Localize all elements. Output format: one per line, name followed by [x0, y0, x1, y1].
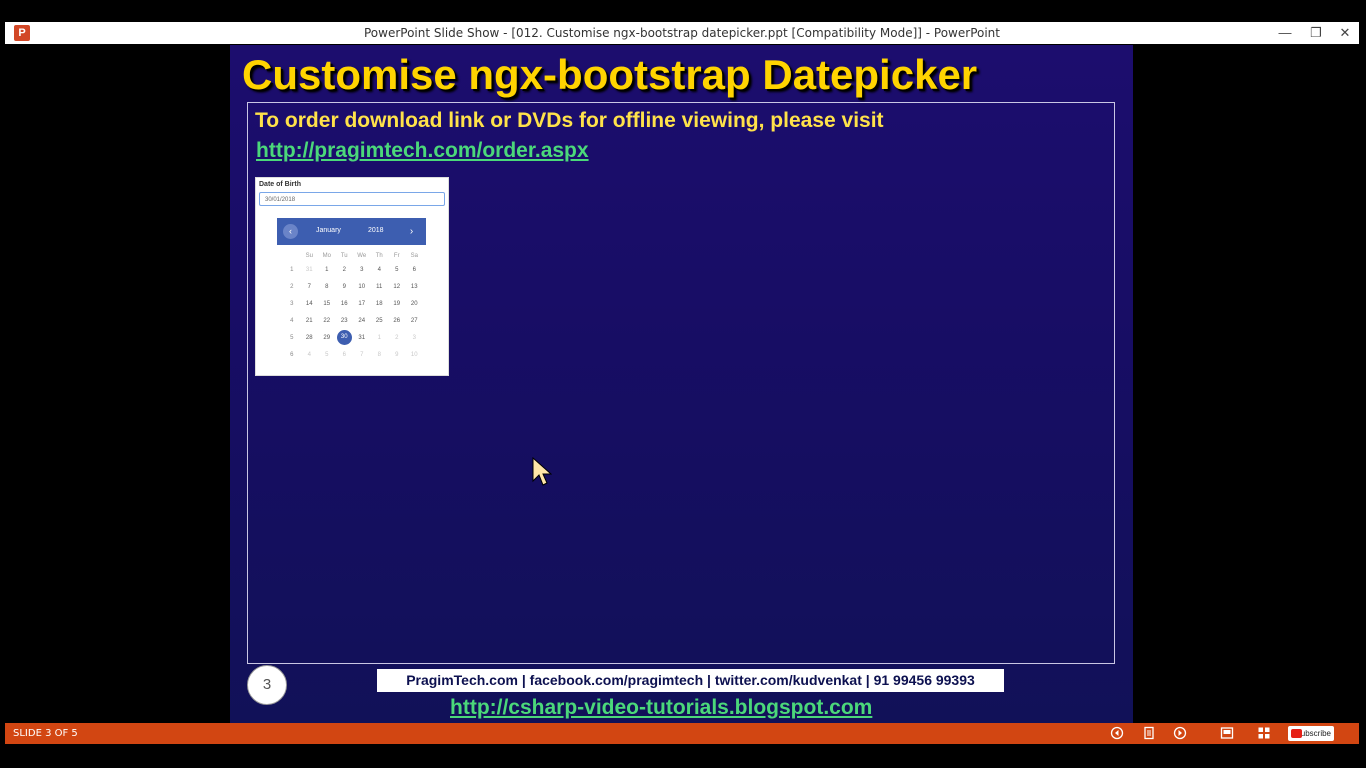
- day-cell: 9: [395, 351, 399, 358]
- day-cell: 20: [410, 300, 418, 307]
- weekday-header: Mo: [322, 253, 331, 259]
- week-number: 6: [290, 351, 294, 358]
- selected-day-cell: 30: [336, 329, 354, 346]
- day-cell: 3: [412, 334, 416, 341]
- weekday-header: Fr: [393, 253, 400, 259]
- order-link[interactable]: http://pragimtech.com/order.aspx: [256, 139, 589, 163]
- datepicker-grid: Su Mo Tu We Th Fr Sa 1 31 1 2 3 4 5 6 2 …: [283, 251, 423, 363]
- day-cell: 23: [340, 317, 348, 324]
- day-cell: 29: [323, 334, 331, 341]
- slide-counter[interactable]: SLIDE 3 OF 5: [13, 728, 78, 739]
- week-number: 2: [290, 283, 294, 290]
- week-row: 4 21 22 23 24 25 26 27: [283, 312, 423, 329]
- week-number: 5: [290, 334, 294, 341]
- day-cell: 21: [305, 317, 313, 324]
- slide-sorter-icon[interactable]: [1256, 726, 1272, 741]
- day-cell: 24: [358, 317, 366, 324]
- day-cell: 16: [340, 300, 348, 307]
- close-button[interactable]: ✕: [1331, 22, 1359, 44]
- previous-slide-icon[interactable]: [1109, 726, 1125, 741]
- youtube-icon: [1291, 729, 1302, 738]
- day-cell: 28: [305, 334, 313, 341]
- weekday-header: Su: [305, 253, 313, 259]
- week-row: 6 4 5 6 7 8 9 10: [283, 346, 423, 363]
- chevron-right-icon: ›: [409, 226, 414, 237]
- dob-input: 30/01/2018: [259, 192, 445, 206]
- day-cell: 12: [393, 283, 401, 290]
- datepicker-header: ‹ January 2018 ›: [277, 218, 426, 245]
- week-row: 5 28 29 30 31 1 2 3: [283, 329, 423, 346]
- day-cell: 4: [307, 351, 311, 358]
- datepicker-screenshot: Date of Birth 30/01/2018 ‹ January 2018 …: [255, 177, 449, 376]
- week-number: 4: [290, 317, 294, 324]
- chevron-left-icon: ‹: [283, 224, 298, 239]
- day-cell: 11: [376, 283, 383, 290]
- day-cell: 15: [323, 300, 331, 307]
- day-cell: 8: [325, 283, 329, 290]
- restore-button[interactable]: ❐: [1302, 22, 1330, 44]
- week-row: 3 14 15 16 17 18 19 20: [283, 295, 423, 312]
- week-header: [283, 251, 301, 261]
- contact-info: PragimTech.com | facebook.com/pragimtech…: [377, 669, 1004, 692]
- day-cell: 4: [377, 266, 381, 273]
- weekday-header: Sa: [410, 253, 418, 259]
- day-cell: 5: [395, 266, 399, 273]
- weekday-header: Tu: [340, 253, 348, 259]
- subscribe-button[interactable]: Subscribe: [1288, 726, 1334, 741]
- day-cell: 22: [323, 317, 331, 324]
- order-text: To order download link or DVDs for offli…: [255, 109, 884, 132]
- normal-view-icon[interactable]: [1219, 726, 1235, 741]
- minimize-button[interactable]: —: [1271, 22, 1299, 44]
- day-cell: 10: [358, 283, 366, 290]
- day-cell: 6: [412, 266, 416, 273]
- day-cell: 18: [375, 300, 383, 307]
- week-number: 1: [290, 266, 294, 273]
- day-cell: 31: [358, 334, 366, 341]
- next-slide-icon[interactable]: [1172, 726, 1188, 741]
- day-cell: 25: [375, 317, 383, 324]
- weekday-header: We: [357, 253, 367, 259]
- day-cell: 14: [305, 300, 313, 307]
- day-cell: 7: [307, 283, 311, 290]
- datepicker-year: 2018: [368, 227, 384, 234]
- day-cell: 17: [358, 300, 366, 307]
- notes-icon[interactable]: [1141, 726, 1157, 741]
- day-cell: 19: [393, 300, 401, 307]
- dob-label: Date of Birth: [259, 181, 301, 188]
- day-cell: 2: [395, 334, 399, 341]
- window-title: PowerPoint Slide Show - [012. Customise …: [364, 26, 1000, 40]
- datepicker-month: January: [316, 227, 341, 234]
- day-cell: 10: [410, 351, 418, 358]
- day-cell: 7: [360, 351, 364, 358]
- day-cell: 31: [305, 266, 313, 273]
- slideshow-statusbar: SLIDE 3 OF 5 Subscribe: [5, 723, 1359, 744]
- day-cell: 26: [393, 317, 401, 324]
- day-cell: 3: [360, 266, 364, 273]
- selected-day: 30: [336, 330, 352, 345]
- slide-number: 3: [247, 665, 287, 705]
- week-number: 3: [290, 300, 294, 307]
- day-cell: 6: [342, 351, 346, 358]
- day-cell: 1: [377, 334, 381, 341]
- week-row: 1 31 1 2 3 4 5 6: [283, 261, 423, 278]
- blog-link[interactable]: http://csharp-video-tutorials.blogspot.c…: [450, 696, 872, 720]
- day-cell: 27: [410, 317, 418, 324]
- day-cell: 1: [325, 266, 329, 273]
- day-cell: 5: [325, 351, 329, 358]
- day-cell: 9: [342, 283, 346, 290]
- mouse-cursor-icon: [532, 457, 552, 486]
- window-titlebar: P PowerPoint Slide Show - [012. Customis…: [5, 22, 1359, 44]
- slide-canvas[interactable]: Customise ngx-bootstrap Datepicker To or…: [230, 45, 1133, 723]
- week-row: 2 7 8 9 10 11 12 13: [283, 278, 423, 295]
- day-cell: 2: [342, 266, 346, 273]
- day-cell: 13: [410, 283, 418, 290]
- slide-title: Customise ngx-bootstrap Datepicker: [242, 51, 978, 98]
- weekday-header: Th: [375, 253, 383, 259]
- day-cell: 8: [377, 351, 381, 358]
